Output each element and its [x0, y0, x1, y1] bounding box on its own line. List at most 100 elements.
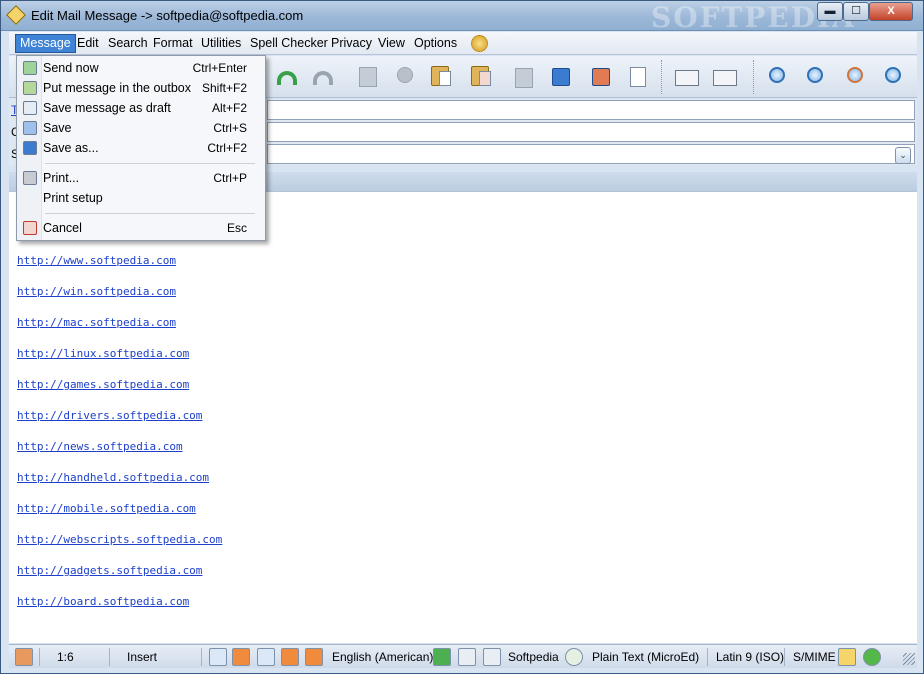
menu-item-shortcut: Ctrl+Enter — [192, 61, 247, 75]
menu-message[interactable]: Message — [15, 34, 76, 53]
body-link[interactable]: http://board.softpedia.com — [17, 595, 189, 608]
menu-item-save-as[interactable]: Save as... Ctrl+F2 — [17, 138, 265, 158]
menu-edit[interactable]: Edit — [73, 34, 103, 53]
body-link[interactable]: http://mac.softpedia.com — [17, 316, 176, 329]
quote-icon[interactable] — [232, 648, 250, 666]
menu-item-shortcut: Ctrl+S — [213, 121, 247, 135]
menu-item-label: Send now — [43, 61, 99, 75]
close-button[interactable]: X — [869, 2, 913, 21]
paste-special-icon[interactable] — [467, 63, 495, 91]
menu-item-label: Print setup — [43, 191, 103, 205]
title-bar[interactable]: Edit Mail Message -> softpedia@softpedia… — [1, 1, 923, 34]
menu-item-outbox[interactable]: Put message in the outbox Shift+F2 — [17, 78, 265, 98]
menu-item-label: Cancel — [43, 221, 82, 235]
edit-mail-window: Edit Mail Message -> softpedia@softpedia… — [0, 0, 924, 674]
check-icon[interactable] — [863, 648, 881, 666]
menu-separator — [45, 163, 255, 164]
copy-disabled-icon[interactable] — [353, 63, 381, 91]
menu-separator — [45, 213, 255, 214]
paste-icon[interactable] — [427, 63, 455, 91]
minimize-button[interactable]: ▬ — [817, 2, 843, 21]
cancel-icon — [23, 221, 37, 235]
signature-check-icon[interactable] — [483, 648, 501, 666]
signature-name[interactable]: Softpedia — [508, 650, 559, 664]
reply-icon[interactable] — [273, 63, 301, 91]
text-format[interactable]: Plain Text (MicroEd) — [592, 650, 699, 664]
menu-item-print[interactable]: Print... Ctrl+P — [17, 168, 265, 188]
format-icon[interactable] — [565, 648, 583, 666]
charset[interactable]: Latin 9 (ISO) — [716, 650, 784, 664]
app-icon[interactable] — [6, 5, 26, 25]
menu-item-shortcut: Ctrl+P — [213, 171, 247, 185]
gear-icon[interactable] — [471, 35, 488, 52]
address-forward-icon[interactable] — [879, 63, 907, 91]
reformat-icon[interactable] — [281, 648, 299, 666]
align-icon[interactable] — [257, 648, 275, 666]
resize-grip[interactable] — [903, 653, 915, 665]
body-link[interactable]: http://win.softpedia.com — [17, 285, 176, 298]
menu-item-shortcut: Shift+F2 — [201, 81, 247, 95]
status-green-icon[interactable] — [433, 648, 451, 666]
menu-item-save-draft[interactable]: Save message as draft Alt+F2 — [17, 98, 265, 118]
menu-format[interactable]: Format — [149, 34, 197, 53]
edit-mode[interactable]: Insert — [127, 650, 157, 664]
window-title: Edit Mail Message -> softpedia@softpedia… — [31, 8, 304, 23]
save-disabled-icon[interactable] — [509, 63, 537, 91]
menu-item-cancel[interactable]: Cancel Esc — [17, 218, 265, 238]
cc-field[interactable] — [267, 122, 915, 142]
spellcheck-icon[interactable] — [305, 648, 323, 666]
address-down-icon[interactable] — [841, 63, 869, 91]
menu-privacy[interactable]: Privacy — [327, 34, 376, 53]
printer-icon — [23, 171, 37, 185]
menu-item-send-now[interactable]: Send now Ctrl+Enter — [17, 58, 265, 78]
wrap-icon[interactable] — [209, 648, 227, 666]
menu-spell-checker[interactable]: Spell Checker — [246, 34, 332, 53]
menu-view[interactable]: View — [374, 34, 409, 53]
check-mail-icon[interactable] — [673, 63, 701, 91]
menu-search[interactable]: Search — [104, 34, 152, 53]
body-link[interactable]: http://mobile.softpedia.com — [17, 502, 196, 515]
save-icon — [23, 121, 37, 135]
receipt-icon[interactable] — [458, 648, 476, 666]
toolbar-separator — [753, 60, 754, 94]
redo-icon[interactable] — [309, 63, 337, 91]
menu-item-label: Print... — [43, 171, 80, 185]
body-link[interactable]: http://news.softpedia.com — [17, 440, 183, 453]
address-search-icon[interactable] — [801, 63, 829, 91]
body-link[interactable]: http://games.softpedia.com — [17, 378, 189, 391]
menu-item-save[interactable]: Save Ctrl+S — [17, 118, 265, 138]
menu-bar: Message Edit Search Format Utilities Spe… — [9, 32, 917, 55]
chevron-down-icon[interactable]: ⌄ — [895, 147, 911, 164]
body-link[interactable]: http://webscripts.softpedia.com — [17, 533, 222, 546]
language-indicator[interactable]: English (American) — [332, 650, 433, 664]
to-field[interactable] — [267, 100, 915, 120]
save-as-icon[interactable] — [587, 63, 615, 91]
attach-icon[interactable] — [623, 63, 651, 91]
menu-utilities[interactable]: Utilities — [197, 34, 245, 53]
message-body-editor[interactable]: http://www.softpedia.com http://win.soft… — [9, 191, 917, 643]
body-link[interactable]: http://gadgets.softpedia.com — [17, 564, 202, 577]
send-receive-icon[interactable] — [711, 63, 739, 91]
menu-options[interactable]: Options — [410, 34, 461, 53]
menu-item-print-setup[interactable]: Print setup — [17, 188, 265, 208]
body-link[interactable]: http://www.softpedia.com — [17, 254, 176, 267]
lock-icon[interactable] — [838, 648, 856, 666]
security-mode[interactable]: S/MIME — [793, 650, 836, 664]
menu-item-shortcut: Alt+F2 — [211, 101, 247, 115]
body-link[interactable]: http://linux.softpedia.com — [17, 347, 189, 360]
draft-icon — [23, 101, 37, 115]
notes-icon[interactable] — [15, 648, 33, 666]
body-link[interactable]: http://drivers.softpedia.com — [17, 409, 202, 422]
cut-icon[interactable] — [391, 63, 419, 91]
status-separator — [707, 648, 708, 666]
menu-item-label: Put message in the outbox — [43, 81, 192, 95]
toolbar-separator — [661, 60, 662, 94]
status-separator — [109, 648, 110, 666]
body-link[interactable]: http://handheld.softpedia.com — [17, 471, 209, 484]
save-icon[interactable] — [547, 63, 575, 91]
address-back-icon[interactable] — [763, 63, 791, 91]
subject-field[interactable]: ⌄ — [267, 144, 915, 164]
menu-item-label: Save message as draft — [43, 101, 171, 115]
outbox-icon — [23, 81, 37, 95]
maximize-button[interactable]: ☐ — [843, 2, 869, 21]
